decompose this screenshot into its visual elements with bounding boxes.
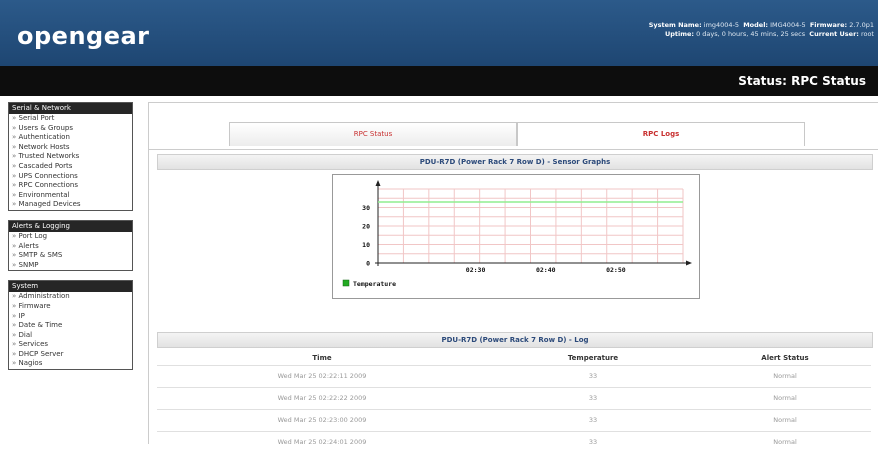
table-cell: 33 bbox=[588, 372, 598, 380]
table-cell: Wed Mar 25 02:22:22 2009 bbox=[277, 394, 367, 402]
tab-bar: RPC Status RPC Logs bbox=[229, 122, 805, 146]
sidebar-item[interactable]: Services bbox=[9, 340, 132, 350]
y-tick-label: 20 bbox=[362, 223, 370, 231]
x-tick-label: 02:50 bbox=[606, 266, 626, 274]
tab-divider bbox=[149, 149, 878, 150]
log-title: PDU-R7D (Power Rack 7 Row D) - Log bbox=[157, 332, 873, 348]
tab-rpc-logs[interactable]: RPC Logs bbox=[517, 122, 805, 146]
table-cell: Normal bbox=[773, 438, 797, 446]
sensor-graph: 0 10 20 30 02:30 02:40 02:50 Temperature bbox=[332, 174, 700, 299]
table-cell: 33 bbox=[588, 438, 598, 446]
x-tick-label: 02:40 bbox=[536, 266, 556, 274]
sidebar-menu-title: Serial & Network bbox=[9, 103, 132, 114]
sidebar-item[interactable]: Authentication bbox=[9, 133, 132, 143]
system-name-label: System Name: bbox=[648, 21, 702, 29]
current-user-value: root bbox=[860, 30, 874, 38]
system-name-value: img4004-5 bbox=[703, 21, 740, 29]
system-info: System Name: img4004-5 Model: IMG4004-5 … bbox=[649, 21, 874, 39]
system-info-line-2: Uptime: 0 days, 0 hours, 45 mins, 25 sec… bbox=[649, 30, 874, 39]
sidebar-item[interactable]: Users & Groups bbox=[9, 124, 132, 134]
firmware-value: 2.7.0p1 bbox=[849, 21, 874, 29]
sidebar-item[interactable]: Dial bbox=[9, 331, 132, 341]
y-tick-label: 0 bbox=[366, 260, 370, 268]
sidebar-item[interactable]: Cascaded Ports bbox=[9, 162, 132, 172]
sidebar-item[interactable]: Managed Devices bbox=[9, 200, 132, 210]
sidebar-item[interactable]: Trusted Networks bbox=[9, 152, 132, 162]
table-cell: 33 bbox=[588, 394, 598, 402]
sidebar-item[interactable]: Firmware bbox=[9, 302, 132, 312]
sidebar-item[interactable]: IP bbox=[9, 312, 132, 322]
firmware-label: Firmware: bbox=[809, 21, 848, 29]
sidebar-item[interactable]: Serial Port bbox=[9, 114, 132, 124]
opengear-logo[interactable]: opengear bbox=[17, 22, 150, 50]
sidebar-item[interactable]: UPS Connections bbox=[9, 172, 132, 182]
log-header-row: Time Temperature Alert Status bbox=[157, 351, 871, 365]
x-axis-arrow bbox=[686, 260, 692, 266]
y-tick-label: 10 bbox=[362, 241, 370, 249]
sidebar-item[interactable]: Alerts bbox=[9, 242, 132, 252]
sidebar-menu: SystemAdministrationFirmwareIPDate & Tim… bbox=[8, 280, 133, 371]
table-row: Wed Mar 25 02:22:22 2009 33 Normal bbox=[157, 387, 871, 408]
table-cell: 33 bbox=[588, 416, 598, 424]
system-info-line-1: System Name: img4004-5 Model: IMG4004-5 … bbox=[649, 21, 874, 30]
main-content: RPC Status RPC Logs PDU-R7D (Power Rack … bbox=[148, 102, 878, 446]
y-axis-arrow bbox=[375, 180, 381, 186]
legend-swatch bbox=[342, 279, 350, 287]
table-cell: Normal bbox=[773, 372, 797, 380]
sidebar-item[interactable]: Network Hosts bbox=[9, 143, 132, 153]
sidebar-menu: Serial & NetworkSerial PortUsers & Group… bbox=[8, 102, 133, 211]
sidebar-menu-title: Alerts & Logging bbox=[9, 220, 132, 232]
legend-label: Temperature bbox=[353, 280, 396, 288]
sidebar-item[interactable]: SNMP bbox=[9, 261, 132, 271]
table-row: Wed Mar 25 02:22:11 2009 33 Normal bbox=[157, 365, 871, 386]
x-tick-label: 02:30 bbox=[466, 266, 486, 274]
app-header: opengear System Name: img4004-5 Model: I… bbox=[0, 0, 878, 66]
log-col-alert-status: Alert Status bbox=[761, 354, 809, 362]
temperature-chart: 0 10 20 30 02:30 02:40 02:50 Temperature bbox=[342, 180, 692, 288]
sidebar-item[interactable]: Administration bbox=[9, 292, 132, 302]
sidebar-nav: Serial & NetworkSerial PortUsers & Group… bbox=[8, 102, 133, 379]
sidebar-item[interactable]: Port Log bbox=[9, 232, 132, 242]
sidebar-item[interactable]: Nagios bbox=[9, 359, 132, 369]
uptime-value: 0 days, 0 hours, 45 mins, 25 secs bbox=[696, 30, 806, 38]
table-row: Wed Mar 25 02:23:00 2009 33 Normal bbox=[157, 409, 871, 430]
sidebar-item[interactable]: SMTP & SMS bbox=[9, 251, 132, 261]
sidebar-item[interactable]: DHCP Server bbox=[9, 350, 132, 360]
tab-rpc-status[interactable]: RPC Status bbox=[229, 122, 517, 146]
table-cell: Normal bbox=[773, 394, 797, 402]
table-cell: Normal bbox=[773, 416, 797, 424]
y-tick-label: 30 bbox=[362, 204, 370, 212]
log-col-temperature: Temperature bbox=[567, 354, 619, 362]
sidebar-item[interactable]: Date & Time bbox=[9, 321, 132, 331]
model-label: Model: bbox=[743, 21, 769, 29]
current-user-label: Current User: bbox=[809, 30, 859, 38]
sidebar-item[interactable]: Environmental bbox=[9, 191, 132, 201]
sidebar-item[interactable]: RPC Connections bbox=[9, 181, 132, 191]
sidebar-menu: Alerts & LoggingPort LogAlertsSMTP & SMS… bbox=[8, 219, 133, 272]
uptime-label: Uptime: bbox=[664, 30, 694, 38]
log-col-time: Time bbox=[312, 354, 332, 362]
table-row: Wed Mar 25 02:24:01 2009 33 Normal bbox=[157, 431, 871, 452]
model-value: IMG4004-5 bbox=[770, 21, 806, 29]
table-cell: Wed Mar 25 02:22:11 2009 bbox=[277, 372, 367, 380]
sidebar-menu-title: System bbox=[9, 281, 132, 293]
table-cell: Wed Mar 25 02:23:00 2009 bbox=[277, 416, 367, 424]
page-title: Status: RPC Status bbox=[738, 74, 866, 88]
title-bar: Status: RPC Status bbox=[0, 66, 878, 96]
sensor-graphs-title: PDU-R7D (Power Rack 7 Row D) - Sensor Gr… bbox=[157, 154, 873, 170]
table-cell: Wed Mar 25 02:24:01 2009 bbox=[277, 438, 367, 446]
